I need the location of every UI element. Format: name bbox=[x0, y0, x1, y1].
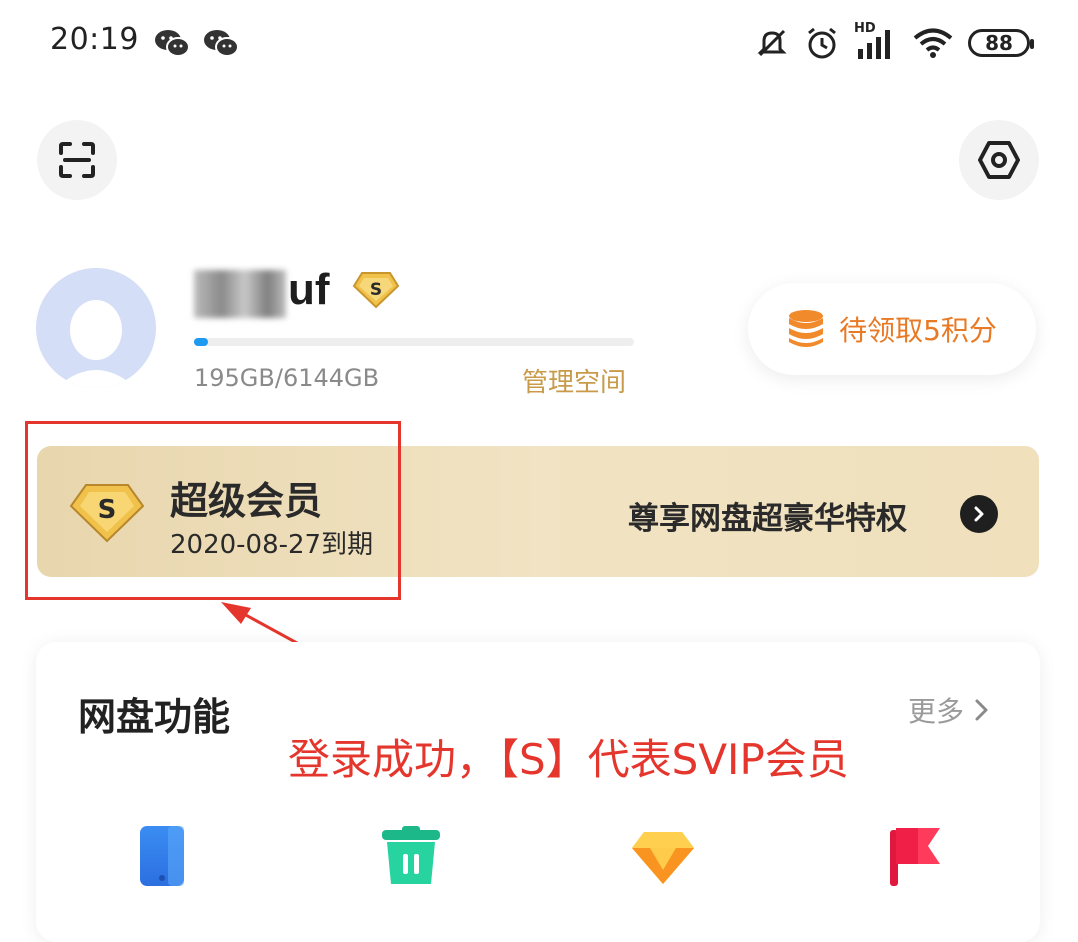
scan-button[interactable] bbox=[37, 120, 117, 200]
more-label: 更多 bbox=[908, 695, 965, 728]
wechat-icon bbox=[155, 30, 190, 57]
vip-privilege-text: 尊享网盘超豪华特权 bbox=[628, 501, 907, 537]
more-features-link[interactable]: 更多 bbox=[908, 690, 992, 730]
wifi-icon bbox=[913, 28, 953, 58]
status-icons: HD 88 bbox=[754, 21, 1034, 64]
svip-badge-icon: S bbox=[352, 272, 400, 309]
feature-section-title: 网盘功能 bbox=[78, 695, 231, 739]
gem-icon[interactable] bbox=[630, 830, 696, 886]
storage-quota-text: 195GB/6144GB bbox=[194, 364, 380, 392]
username-obscured bbox=[194, 270, 286, 318]
annotation-text: 登录成功，【S】代表SVIP会员 bbox=[288, 735, 849, 784]
storage-progress-track bbox=[194, 338, 634, 346]
chevron-right-icon bbox=[975, 699, 988, 721]
settings-button[interactable] bbox=[959, 120, 1039, 200]
phone-backup-icon[interactable] bbox=[138, 826, 186, 886]
flag-icon[interactable] bbox=[888, 826, 942, 886]
status-time: 20:19 bbox=[50, 22, 139, 57]
alarm-icon bbox=[808, 27, 836, 59]
default-avatar-icon bbox=[56, 300, 136, 388]
hd-signal-icon: HD bbox=[854, 21, 898, 61]
avatar[interactable] bbox=[36, 268, 156, 388]
svg-text:S: S bbox=[370, 280, 382, 300]
vip-arrow-button[interactable] bbox=[960, 495, 998, 533]
manage-space-link[interactable]: 管理空间 bbox=[522, 362, 626, 399]
settings-icon bbox=[978, 141, 1020, 179]
scan-icon bbox=[59, 142, 95, 178]
username: uf bbox=[288, 265, 330, 314]
recycle-bin-icon[interactable] bbox=[380, 826, 442, 886]
storage-progress-fill bbox=[194, 338, 208, 346]
points-label: 待领取5积分 bbox=[839, 314, 997, 347]
battery-indicator: 88 bbox=[968, 29, 1034, 57]
points-button[interactable]: 待领取5积分 bbox=[748, 283, 1036, 375]
coins-icon bbox=[789, 310, 824, 347]
mute-icon bbox=[757, 29, 787, 57]
wechat-icon bbox=[204, 30, 239, 57]
chevron-right-icon bbox=[974, 506, 984, 522]
annotation-highlight-box bbox=[25, 421, 401, 600]
